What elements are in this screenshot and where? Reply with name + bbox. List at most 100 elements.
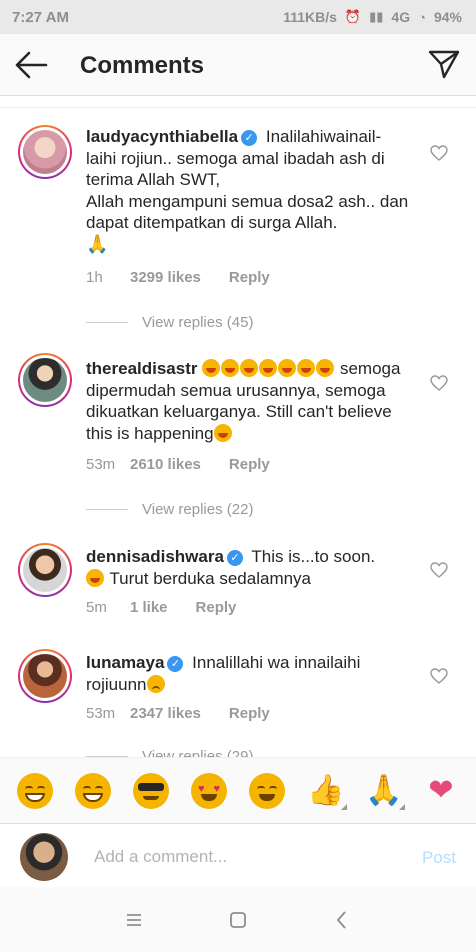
like-heart-icon[interactable] xyxy=(430,562,448,578)
battery-level: 94% xyxy=(433,9,462,25)
avatar-story-ring[interactable] xyxy=(18,125,72,179)
crying-face-icon xyxy=(221,359,240,377)
avatar xyxy=(23,358,67,402)
avatar-story-ring[interactable] xyxy=(18,543,72,597)
like-heart-icon[interactable] xyxy=(430,375,448,391)
wifi-icon: ◔ xyxy=(418,9,426,25)
reply-button[interactable]: Reply xyxy=(229,705,270,722)
comment-line: laihi rojiun.. semoga amal ibadah ash di… xyxy=(86,148,385,190)
likes-count[interactable]: 2610 likes xyxy=(130,456,201,473)
network-type: 4G xyxy=(391,9,411,25)
view-replies-button[interactable]: View replies (45) xyxy=(86,314,253,331)
view-replies-label: View replies (45) xyxy=(142,314,254,331)
comment-line: Inalilahiwainail- xyxy=(265,127,382,146)
square-icon xyxy=(230,911,246,928)
sunglasses-emoji-icon[interactable] xyxy=(133,772,169,809)
comment-meta: 1h 3299 likes Reply xyxy=(86,269,270,286)
crying-face-icon xyxy=(316,359,335,377)
username[interactable]: lunamaya xyxy=(86,653,164,672)
sad-face-icon xyxy=(146,674,165,693)
crying-face-icon xyxy=(297,359,316,377)
status-icons: 111KB/s ⏰ ▮▮ 4G ◔ 94% xyxy=(283,9,462,25)
comment-time: 53m xyxy=(86,456,116,473)
crying-face-icon xyxy=(86,568,104,587)
crying-face-icon xyxy=(278,359,297,377)
joy-emoji-icon[interactable] xyxy=(17,772,53,809)
view-replies-label: View replies (22) xyxy=(142,501,254,518)
folded-hands-icon: 🙏 xyxy=(86,233,109,254)
avatar-story-ring[interactable] xyxy=(18,649,72,703)
menu-icon xyxy=(127,913,141,926)
likes-count[interactable]: 2347 likes xyxy=(130,705,201,722)
comment-line: Allah mengampuni semua dosa2 ash.. dan d… xyxy=(86,191,409,233)
comment-time: 5m xyxy=(86,599,107,616)
system-nav-bar xyxy=(0,887,476,952)
status-bar: 7:27 AM 111KB/s ⏰ ▮▮ 4G ◔ 94% xyxy=(0,0,476,34)
like-heart-icon[interactable] xyxy=(430,145,448,161)
username[interactable]: therealdisastr xyxy=(86,359,198,378)
view-replies-label: View replies (29) xyxy=(142,748,254,757)
skin-tone-indicator-icon xyxy=(341,804,347,810)
crying-face-icon xyxy=(240,359,259,377)
skin-tone-indicator-icon xyxy=(399,804,405,810)
crying-face-icon xyxy=(213,423,232,442)
comment-composer: Post xyxy=(0,823,476,887)
view-replies-button[interactable]: View replies (29) xyxy=(86,748,253,757)
comment-text: therealdisastr semoga dipermudah semua u… xyxy=(86,358,416,444)
red-heart-emoji-icon[interactable]: ❤ xyxy=(423,773,459,808)
comment-meta: 53m 2610 likes Reply xyxy=(86,456,270,473)
avatar xyxy=(23,130,67,174)
verified-badge-icon: ✓ xyxy=(226,550,243,566)
direct-share-button[interactable] xyxy=(428,48,460,80)
username[interactable]: laudyacynthiabella xyxy=(86,127,238,146)
folded-hands-emoji-icon[interactable]: 🙏 xyxy=(365,773,405,810)
page-title: Comments xyxy=(80,52,205,79)
heart-eyes-emoji-icon[interactable]: ♥ ♥ xyxy=(191,772,227,809)
divider xyxy=(86,322,128,323)
like-heart-icon[interactable] xyxy=(430,668,448,684)
blush-emoji-icon[interactable] xyxy=(249,772,285,809)
reply-button[interactable]: Reply xyxy=(229,456,270,473)
avatar xyxy=(23,654,67,698)
divider xyxy=(86,509,128,510)
alarm-icon: ⏰ xyxy=(344,9,362,24)
home-button[interactable] xyxy=(226,908,250,932)
likes-count[interactable]: 1 like xyxy=(130,599,168,616)
username[interactable]: dennisadishwara xyxy=(86,547,224,566)
grin-emoji-icon[interactable] xyxy=(75,772,111,809)
comments-list[interactable]: laudyacynthiabella ✓ Inalilahiwainail- la… xyxy=(0,97,476,757)
comment-meta: 5m 1 like Reply xyxy=(86,599,236,616)
view-replies-button[interactable]: View replies (22) xyxy=(86,501,253,518)
my-avatar xyxy=(20,833,68,881)
crying-face-icon xyxy=(202,359,221,377)
back-button[interactable] xyxy=(14,50,48,80)
signal-icon: ▮▮ xyxy=(369,9,384,24)
quick-emoji-bar: ♥ ♥ 👍 🙏 ❤ xyxy=(0,757,476,823)
comment-text: laudyacynthiabella ✓ Inalilahiwainail- la… xyxy=(86,126,416,255)
comment-time: 1h xyxy=(86,269,103,286)
back-arrow-icon xyxy=(15,51,48,79)
post-button[interactable]: Post xyxy=(422,848,456,868)
avatar xyxy=(23,548,67,592)
likes-count[interactable]: 3299 likes xyxy=(130,269,201,286)
divider xyxy=(0,107,476,108)
comment-input[interactable] xyxy=(94,844,394,870)
reply-button[interactable]: Reply xyxy=(229,269,270,286)
paper-plane-icon xyxy=(428,50,460,79)
comment-text: lunamaya ✓ Innalillahi wa innailaihi roji… xyxy=(86,652,416,695)
back-nav-button[interactable] xyxy=(330,908,354,932)
comment-line: Turut berduka sedalamnya xyxy=(109,568,312,588)
comment-meta: 53m 2347 likes Reply xyxy=(86,705,270,722)
comment-line: This is...to soon. xyxy=(251,547,376,566)
status-time: 7:27 AM xyxy=(12,8,69,26)
verified-badge-icon: ✓ xyxy=(167,656,184,672)
thumbs-up-emoji-icon[interactable]: 👍 xyxy=(307,773,347,810)
avatar-story-ring[interactable] xyxy=(18,353,72,407)
comment-time: 53m xyxy=(86,705,116,722)
chevron-left-icon xyxy=(336,910,346,929)
verified-badge-icon: ✓ xyxy=(241,130,258,146)
network-speed: 111KB/s xyxy=(283,9,337,25)
crying-face-icon xyxy=(259,359,278,377)
reply-button[interactable]: Reply xyxy=(196,599,237,616)
recent-apps-button[interactable] xyxy=(122,908,146,932)
